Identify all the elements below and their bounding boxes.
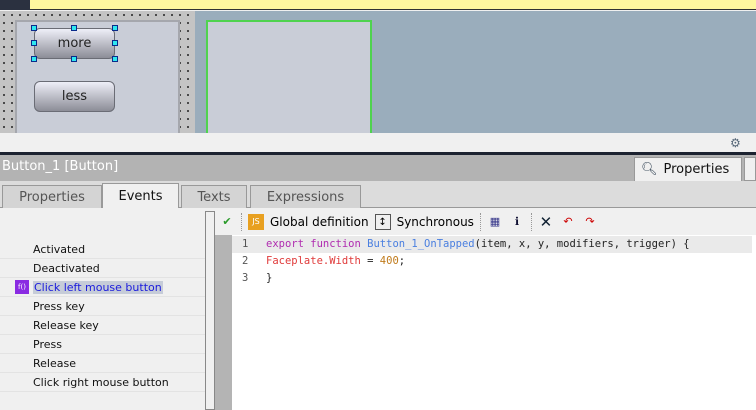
info-icon[interactable]: ℹ — [509, 214, 525, 230]
event-label: Press — [33, 338, 62, 351]
more-button[interactable]: more — [34, 28, 115, 59]
code-line[interactable]: 3} — [232, 270, 752, 287]
event-label: Release key — [33, 319, 99, 332]
code-text: } — [266, 270, 272, 287]
code-line[interactable]: 2 Faceplate.Width = 400; — [232, 253, 752, 270]
event-label: Activated — [33, 243, 86, 256]
synchronous-button[interactable]: Synchronous — [397, 215, 474, 229]
selected-panel[interactable] — [206, 20, 372, 133]
snippets-icon[interactable]: ▦ — [487, 214, 503, 230]
event-item-selected[interactable]: f() Click left mouse button — [0, 278, 205, 297]
event-label: Click right mouse button — [33, 376, 169, 389]
code-line[interactable]: 1 export function Button_1_OnTapped(item,… — [232, 236, 752, 253]
code-token: 400 — [379, 255, 399, 267]
properties-side-tab-label: Properties — [663, 162, 730, 177]
less-button[interactable]: less — [34, 81, 115, 112]
top-bar — [0, 0, 756, 10]
event-label: Click left mouse button — [33, 281, 163, 294]
event-label: Press key — [33, 300, 85, 313]
remove-icon[interactable]: ↷ — [582, 214, 598, 230]
code-token: Button_1_OnTapped — [367, 238, 475, 250]
code-token: ; — [398, 255, 406, 267]
separator — [479, 213, 481, 231]
event-item[interactable]: Deactivated — [0, 259, 205, 278]
separator — [530, 213, 532, 231]
event-item[interactable]: Activated — [0, 240, 205, 259]
event-item[interactable]: Release key — [0, 316, 205, 335]
tab-texts[interactable]: Texts — [181, 185, 247, 208]
editor-gutter — [215, 235, 232, 410]
js-icon[interactable]: JS — [248, 214, 264, 230]
check-syntax-icon[interactable]: ✔ — [219, 214, 235, 230]
code-token: } — [266, 272, 273, 284]
resize-handle[interactable] — [112, 56, 118, 62]
tab-properties[interactable]: Properties — [2, 185, 102, 208]
object-title: Button_1 [Button] — [2, 159, 119, 174]
separator — [241, 213, 242, 231]
script-icon: f() — [15, 280, 29, 294]
code-editor[interactable]: 1 export function Button_1_OnTapped(item,… — [232, 235, 756, 410]
global-definition-button[interactable]: Global definition — [270, 215, 369, 229]
top-tab-marker — [0, 0, 30, 10]
event-item[interactable]: Release — [0, 354, 205, 373]
code-token: export function — [266, 238, 368, 250]
other-side-tab[interactable] — [744, 157, 756, 181]
events-list: Activated Deactivated f() Click left mous… — [0, 208, 205, 410]
zoom-icon[interactable]: ⚙ — [730, 136, 741, 150]
tab-expressions[interactable]: Expressions — [250, 185, 361, 208]
list-scrollbar[interactable] — [205, 211, 215, 410]
resize-handle[interactable] — [112, 40, 118, 46]
status-strip: ⚙ — [0, 133, 756, 152]
resize-handle[interactable] — [71, 25, 77, 31]
undo-clear-icon[interactable]: ↶ — [560, 214, 576, 230]
magnifier-icon: 🔍︎ — [641, 162, 658, 177]
properties-side-tab[interactable]: 🔍︎ Properties — [634, 157, 742, 181]
line-number: 1 — [242, 238, 249, 250]
script-toolbar: ✔ JS Global definition ↕ Synchronous ▦ ℹ… — [215, 209, 756, 235]
resize-handle[interactable] — [31, 25, 37, 31]
sync-icon[interactable]: ↕ — [374, 214, 391, 230]
event-label: Release — [33, 357, 76, 370]
resize-handle[interactable] — [71, 56, 77, 62]
line-number: 2 — [242, 255, 249, 267]
event-item[interactable]: Click right mouse button — [0, 373, 205, 392]
code-text: export function Button_1_OnTapped(item, … — [266, 236, 690, 253]
code-text: Faceplate.Width = 400; — [266, 253, 405, 270]
event-label: Deactivated — [33, 262, 100, 275]
line-number: 3 — [242, 272, 249, 284]
resize-handle[interactable] — [112, 25, 118, 31]
event-item[interactable]: Press key — [0, 297, 205, 316]
code-token: Faceplate.Width — [266, 255, 361, 267]
tab-events[interactable]: Events — [102, 183, 179, 209]
event-item[interactable]: Press — [0, 335, 205, 354]
resize-handle[interactable] — [31, 40, 37, 46]
delete-icon[interactable]: ✕ — [538, 214, 554, 230]
code-token: = — [360, 255, 380, 267]
code-token: (item, x, y, modifiers, trigger) { — [474, 238, 690, 250]
resize-handle[interactable] — [31, 56, 37, 62]
